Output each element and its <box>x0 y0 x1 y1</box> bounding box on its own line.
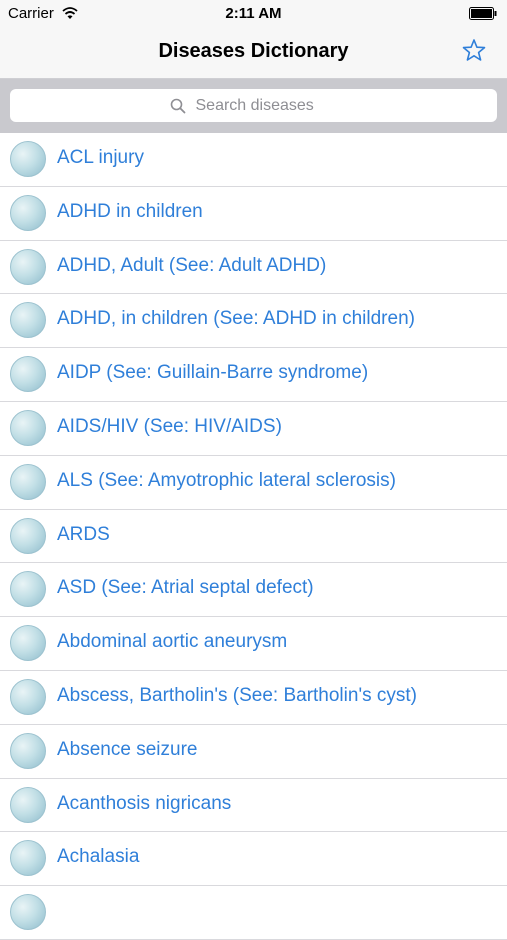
disease-thumbnail-icon <box>10 571 46 608</box>
disease-thumbnail-icon <box>10 786 46 823</box>
disease-thumbnail-icon <box>10 625 46 662</box>
disease-thumbnail-icon <box>10 141 46 177</box>
list-item-label: ADHD, Adult (See: Adult ADHD) <box>57 254 327 276</box>
list-item[interactable]: AIDP (See: Guillain-Barre syndrome) <box>0 348 507 402</box>
list-item[interactable] <box>0 886 507 940</box>
list-item-label: AIDP (See: Guillain-Barre syndrome) <box>57 362 369 384</box>
disease-thumbnail-icon <box>10 463 46 500</box>
list-item-label: AIDS/HIV (See: HIV/AIDS) <box>57 415 282 437</box>
list-item-label: ALS (See: Amyotrophic lateral sclerosis) <box>57 469 396 491</box>
search-field[interactable] <box>10 89 497 122</box>
list-item[interactable]: Achalasia <box>0 832 507 887</box>
search-input[interactable] <box>193 95 338 116</box>
list-item-label: ARDS <box>57 523 110 545</box>
list-item-label: ACL injury <box>57 147 144 168</box>
list-item[interactable]: Acanthosis nigricans <box>0 779 507 833</box>
navigation-bar: Diseases Dictionary <box>0 28 507 79</box>
disease-thumbnail-icon <box>10 732 46 769</box>
list-item-label: Abscess, Bartholin's (See: Bartholin's c… <box>57 684 417 706</box>
list-item[interactable]: Abdominal aortic aneurysm <box>0 617 507 671</box>
list-item-label: ASD (See: Atrial septal defect) <box>57 577 314 599</box>
disease-thumbnail-icon <box>10 409 46 446</box>
status-bar: Carrier 2:11 AM <box>0 0 507 28</box>
list-item[interactable]: Abscess, Bartholin's (See: Bartholin's c… <box>0 671 507 725</box>
list-item-label: Absence seizure <box>57 738 198 760</box>
list-item[interactable]: ADHD in children <box>0 187 507 241</box>
disease-thumbnail-icon <box>10 248 46 285</box>
star-icon[interactable] <box>461 38 487 64</box>
battery-icon <box>469 7 497 20</box>
list-item[interactable]: ADHD, in children (See: ADHD in children… <box>0 294 507 349</box>
disease-thumbnail-icon <box>10 678 46 715</box>
list-item[interactable]: ALS (See: Amyotrophic lateral sclerosis) <box>0 456 507 510</box>
list-item-label: Abdominal aortic aneurysm <box>57 631 288 653</box>
page-title: Diseases Dictionary <box>158 40 349 62</box>
list-item[interactable]: ARDS <box>0 510 507 564</box>
list-item-label: ADHD in children <box>57 200 203 222</box>
disease-thumbnail-icon <box>10 194 46 231</box>
list-item-label: Acanthosis nigricans <box>57 792 232 814</box>
disease-list: ACL injury ADHD in children ADHD, Adult … <box>0 133 507 940</box>
search-icon <box>170 98 185 113</box>
list-item[interactable]: ASD (See: Atrial septal defect) <box>0 563 507 618</box>
disease-thumbnail-icon <box>10 840 46 877</box>
list-item-label: ADHD, in children (See: ADHD in children… <box>57 308 415 330</box>
disease-thumbnail-icon <box>10 302 46 339</box>
list-item-label: Achalasia <box>57 846 140 868</box>
status-time: 2:11 AM <box>225 5 282 22</box>
search-bar <box>0 79 507 133</box>
disease-thumbnail-icon <box>10 517 46 554</box>
disease-thumbnail-icon <box>10 356 46 393</box>
list-item[interactable]: ADHD, Adult (See: Adult ADHD) <box>0 241 507 295</box>
list-item[interactable]: Absence seizure <box>0 725 507 779</box>
list-item[interactable]: AIDS/HIV (See: HIV/AIDS) <box>0 402 507 456</box>
list-item[interactable]: ACL injury <box>0 133 507 187</box>
